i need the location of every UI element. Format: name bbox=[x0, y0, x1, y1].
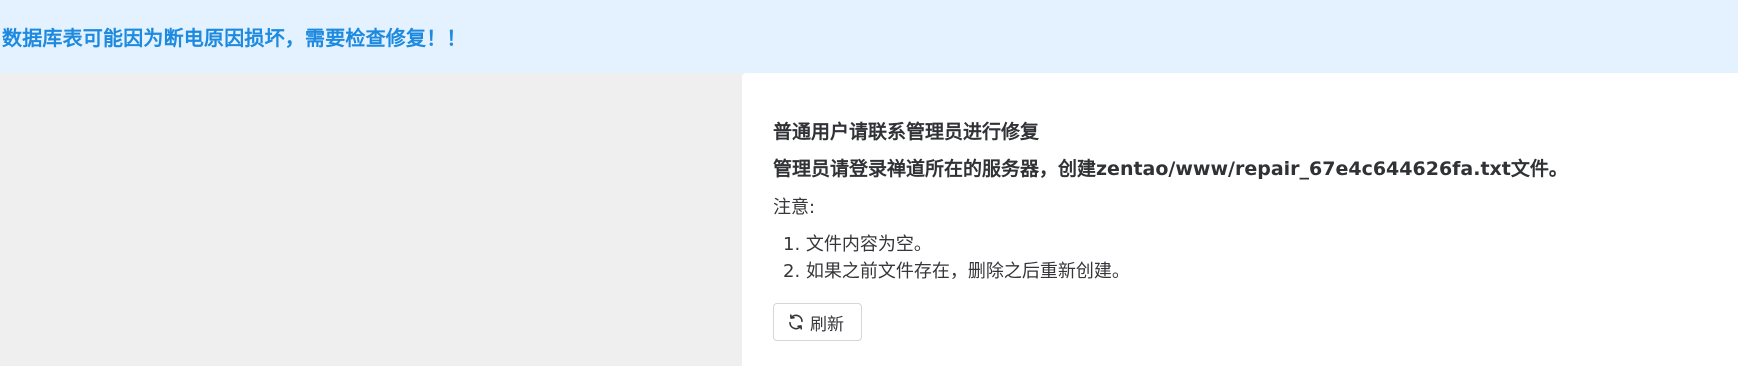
user-instruction-heading: 普通用户请联系管理员进行修复 bbox=[773, 121, 1040, 143]
note-list: 1. 文件内容为空。 2. 如果之前文件存在，删除之后重新创建。 bbox=[773, 231, 1130, 285]
alert-message: 数据库表可能因为断电原因损坏，需要检查修复！！ bbox=[2, 26, 467, 50]
left-empty-pane bbox=[0, 73, 742, 366]
note-label: 注意: bbox=[773, 197, 816, 218]
admin-instruction-heading: 管理员请登录禅道所在的服务器，创建zentao/www/repair_67e4c… bbox=[773, 158, 1568, 180]
refresh-icon bbox=[786, 312, 806, 332]
list-item: 2. 如果之前文件存在，删除之后重新创建。 bbox=[783, 261, 1130, 282]
alert-banner: 数据库表可能因为断电原因损坏，需要检查修复！！ bbox=[0, 0, 1738, 73]
refresh-label: 刷新 bbox=[810, 314, 844, 335]
list-item: 1. 文件内容为空。 bbox=[783, 234, 932, 255]
repair-instructions-panel: 普通用户请联系管理员进行修复 管理员请登录禅道所在的服务器，创建zentao/w… bbox=[742, 73, 1738, 366]
refresh-button[interactable]: 刷新 bbox=[773, 303, 862, 341]
